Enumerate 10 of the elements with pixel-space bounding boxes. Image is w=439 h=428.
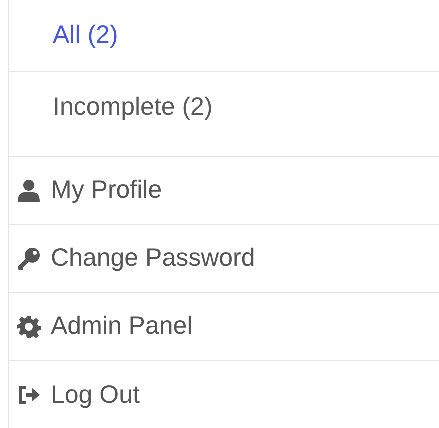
settings-icon: [17, 314, 41, 338]
menu-item[interactable]: Admin Panel: [17, 312, 193, 341]
menu-item[interactable]: Log Out: [17, 380, 140, 410]
logout-icon: [17, 383, 41, 407]
menu-item[interactable]: Change Password: [17, 244, 256, 273]
menu-item[interactable]: My Profile: [17, 176, 162, 205]
person-icon: [17, 178, 41, 202]
filter-link[interactable]: Incomplete (2): [53, 92, 213, 122]
filter-link[interactable]: All (2): [53, 21, 118, 50]
key-icon: [17, 246, 41, 270]
